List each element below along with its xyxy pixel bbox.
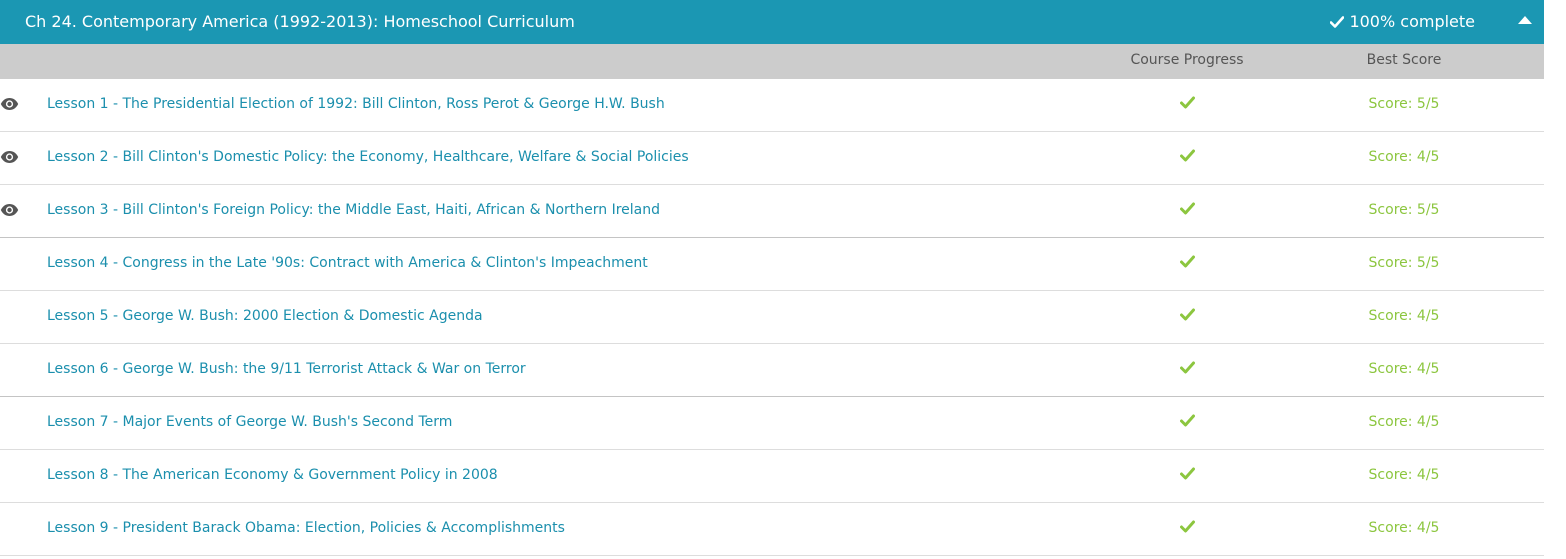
lesson-row: Lesson 8 - The American Economy & Govern… xyxy=(0,450,1544,503)
best-score: Score: 5/5 xyxy=(1368,202,1440,218)
lesson-link[interactable]: Lesson 5 - George W. Bush: 2000 Election… xyxy=(47,291,483,341)
lesson-row: Lesson 6 - George W. Bush: the 9/11 Terr… xyxy=(0,344,1544,397)
best-score: Score: 4/5 xyxy=(1368,467,1440,483)
check-icon xyxy=(1330,16,1345,28)
lesson-link[interactable]: Lesson 6 - George W. Bush: the 9/11 Terr… xyxy=(47,344,526,394)
lesson-link[interactable]: Lesson 8 - The American Economy & Govern… xyxy=(47,450,498,500)
best-score: Score: 4/5 xyxy=(1368,414,1440,430)
eye-icon xyxy=(0,150,19,164)
lesson-row: Lesson 3 - Bill Clinton's Foreign Policy… xyxy=(0,185,1544,238)
best-score: Score: 4/5 xyxy=(1368,308,1440,324)
lesson-link[interactable]: Lesson 9 - President Barack Obama: Elect… xyxy=(47,503,565,553)
progress-check-icon xyxy=(1180,202,1195,215)
best-score: Score: 4/5 xyxy=(1368,361,1440,377)
lesson-row: Lesson 2 - Bill Clinton's Domestic Polic… xyxy=(0,132,1544,185)
lesson-link[interactable]: Lesson 2 - Bill Clinton's Domestic Polic… xyxy=(47,132,689,182)
column-header-best-score: Best Score xyxy=(1366,52,1442,68)
best-score: Score: 4/5 xyxy=(1368,520,1440,536)
progress-check-icon xyxy=(1180,96,1195,109)
lesson-row: Lesson 1 - The Presidential Election of … xyxy=(0,79,1544,132)
lesson-link[interactable]: Lesson 1 - The Presidential Election of … xyxy=(47,79,665,129)
lesson-row: Lesson 9 - President Barack Obama: Elect… xyxy=(0,503,1544,556)
progress-check-icon xyxy=(1180,149,1195,162)
progress-check-icon xyxy=(1180,308,1195,321)
lesson-row: Lesson 4 - Congress in the Late '90s: Co… xyxy=(0,238,1544,291)
progress-check-icon xyxy=(1180,361,1195,374)
eye-icon xyxy=(0,203,19,217)
lesson-list: Lesson 1 - The Presidential Election of … xyxy=(0,79,1544,556)
progress-check-icon xyxy=(1180,520,1195,533)
lesson-row: Lesson 7 - Major Events of George W. Bus… xyxy=(0,397,1544,450)
progress-check-icon xyxy=(1180,467,1195,480)
column-header-course-progress: Course Progress xyxy=(1130,52,1244,68)
lesson-link[interactable]: Lesson 7 - Major Events of George W. Bus… xyxy=(47,397,452,447)
lesson-link[interactable]: Lesson 4 - Congress in the Late '90s: Co… xyxy=(47,238,648,288)
collapse-caret-up-icon[interactable] xyxy=(1518,15,1532,25)
progress-check-icon xyxy=(1180,414,1195,427)
lesson-row: Lesson 5 - George W. Bush: 2000 Election… xyxy=(0,291,1544,344)
completion-status: 100% complete xyxy=(1330,0,1475,44)
best-score: Score: 4/5 xyxy=(1368,149,1440,165)
chapter-header[interactable]: Ch 24. Contemporary America (1992-2013):… xyxy=(0,0,1544,44)
eye-icon xyxy=(0,97,19,111)
lesson-link[interactable]: Lesson 3 - Bill Clinton's Foreign Policy… xyxy=(47,185,660,235)
column-header-row: Course Progress Best Score xyxy=(0,44,1544,79)
chapter-panel: Ch 24. Contemporary America (1992-2013):… xyxy=(0,0,1544,556)
best-score: Score: 5/5 xyxy=(1368,96,1440,112)
progress-check-icon xyxy=(1180,255,1195,268)
best-score: Score: 5/5 xyxy=(1368,255,1440,271)
chapter-title[interactable]: Ch 24. Contemporary America (1992-2013):… xyxy=(25,0,575,44)
completion-text: 100% complete xyxy=(1349,12,1475,31)
